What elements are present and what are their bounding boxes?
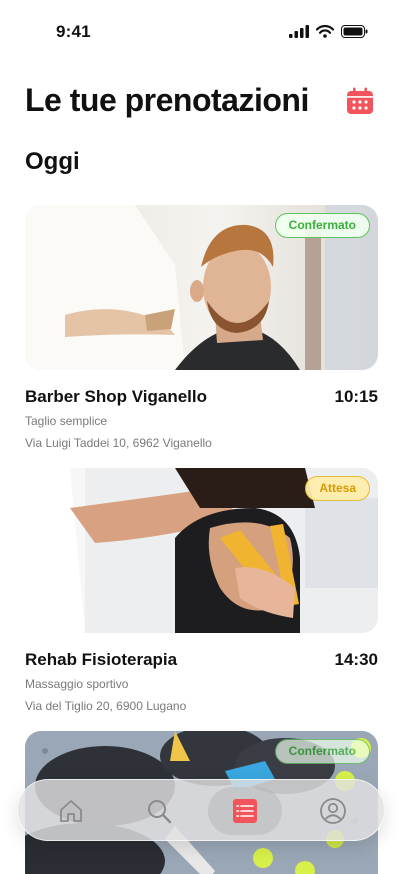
booking-image: Attesa	[25, 468, 378, 633]
list-icon	[233, 799, 257, 823]
tab-search[interactable]	[122, 787, 196, 835]
tab-bookings[interactable]	[208, 787, 282, 835]
wifi-icon	[316, 25, 334, 38]
booking-address: Via Luigi Taddei 10, 6962 Viganello	[25, 436, 212, 450]
booking-card[interactable]: Attesa Rehab Fisioterapia 14:30 Massaggi…	[25, 468, 378, 713]
booking-service: Taglio semplice	[25, 414, 108, 428]
tab-bar	[17, 779, 385, 841]
section-title: Oggi	[25, 148, 80, 175]
booking-time: 14:30	[334, 650, 378, 669]
booking-image: Confermato	[25, 205, 378, 370]
status-time: 9:41	[56, 22, 91, 41]
status-badge: Attesa	[305, 476, 370, 501]
search-icon	[148, 800, 172, 824]
booking-name: Rehab Fisioterapia	[25, 650, 178, 669]
home-icon	[60, 800, 82, 822]
status-bar: 9:41	[0, 0, 402, 60]
status-badge: Confermato	[274, 213, 370, 238]
booking-address: Via del Tiglio 20, 6900 Lugano	[25, 699, 187, 713]
status-icons	[289, 25, 368, 38]
booking-time: 10:15	[334, 387, 378, 406]
calendar-icon	[347, 87, 373, 114]
tab-home[interactable]	[34, 787, 108, 835]
booking-service: Massaggio sportivo	[25, 677, 129, 691]
booking-name: Barber Shop Viganello	[25, 387, 208, 406]
status-badge: Confermato	[274, 739, 370, 764]
signal-icon	[289, 25, 309, 38]
calendar-button[interactable]	[345, 86, 375, 116]
page-title: Le tue prenotazioni	[25, 82, 309, 118]
profile-icon	[320, 798, 346, 824]
tab-profile[interactable]	[296, 787, 370, 835]
battery-icon	[341, 25, 368, 38]
booking-card[interactable]: Confermato Barber Shop Viganello 10:15 T…	[25, 205, 378, 450]
